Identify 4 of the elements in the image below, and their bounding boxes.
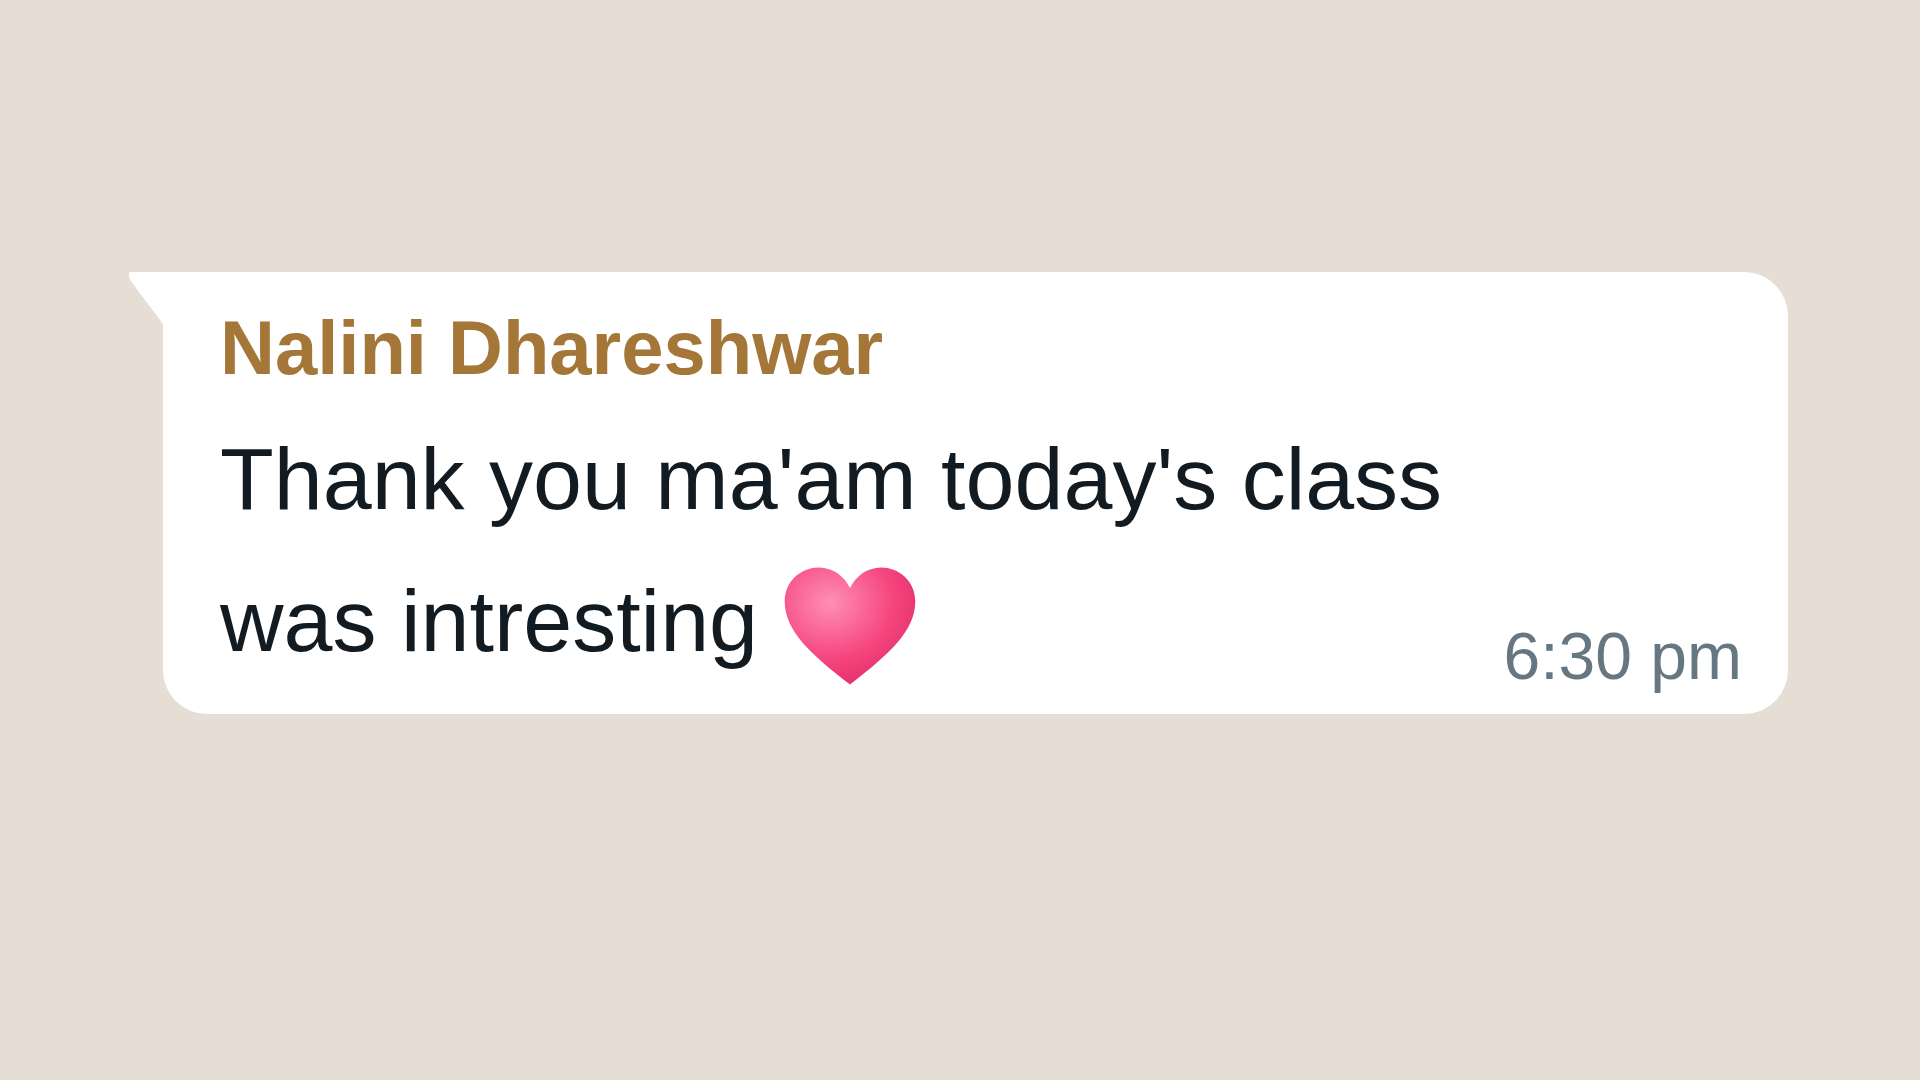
message-text: Thank you ma'am today's class bbox=[220, 428, 1444, 530]
sender-name: Nalini Dhareshwar bbox=[220, 304, 885, 392]
message-time: 6:30 pm bbox=[1503, 618, 1742, 695]
message-text: was intresting bbox=[220, 570, 758, 672]
